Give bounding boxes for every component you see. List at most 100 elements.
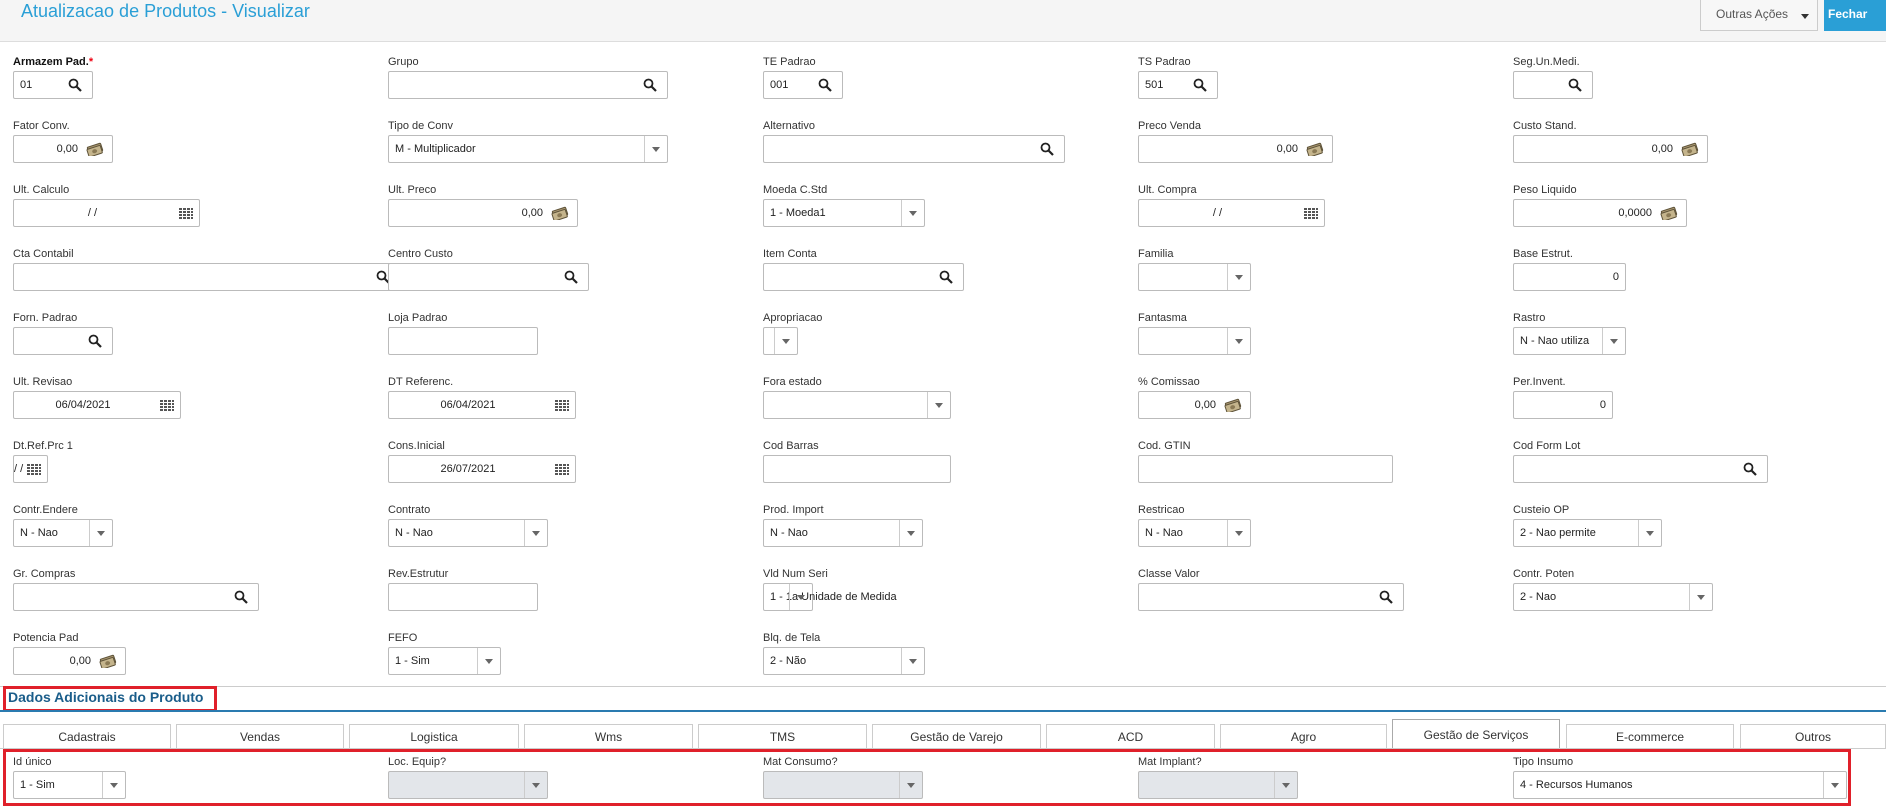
search-icon[interactable] xyxy=(1743,462,1757,476)
custeio-op-select[interactable]: 2 - Nao permite xyxy=(1513,519,1662,547)
calculator-money-icon[interactable] xyxy=(1224,398,1242,414)
vld-num-seri-select[interactable]: 1 - 1a Unidade de Medida xyxy=(763,583,897,611)
chevron-down-icon[interactable] xyxy=(644,136,667,162)
blq-de-tela-select[interactable]: 2 - Não xyxy=(763,647,925,675)
calculator-money-icon[interactable] xyxy=(86,142,104,158)
chevron-down-icon[interactable] xyxy=(1227,520,1250,546)
chevron-down-icon[interactable] xyxy=(477,648,500,674)
search-icon[interactable] xyxy=(68,78,82,92)
search-icon[interactable] xyxy=(1193,78,1207,92)
tab-outros[interactable]: Outros xyxy=(1740,724,1886,748)
fefo-select[interactable]: 1 - Sim xyxy=(388,647,501,675)
search-icon[interactable] xyxy=(1040,142,1054,156)
chevron-down-icon[interactable] xyxy=(927,392,950,418)
potencia-pad-input[interactable]: 0,00 xyxy=(13,647,126,675)
chevron-down-icon[interactable] xyxy=(901,200,924,226)
rastro-select[interactable]: N - Nao utiliza xyxy=(1513,327,1626,355)
te-padrao-input[interactable]: 001 xyxy=(763,71,843,99)
chevron-down-icon[interactable] xyxy=(1689,584,1712,610)
contr-poten-select[interactable]: 2 - Nao xyxy=(1513,583,1713,611)
tab-cadastrais[interactable]: Cadastrais xyxy=(3,724,171,748)
tab-acd[interactable]: ACD xyxy=(1046,724,1215,748)
rev-estrutur-input[interactable] xyxy=(388,583,538,611)
chevron-down-icon[interactable] xyxy=(789,584,812,610)
contr-endere-select[interactable]: N - Nao xyxy=(13,519,113,547)
apropriacao-select[interactable] xyxy=(763,327,798,355)
chevron-down-icon[interactable] xyxy=(774,328,797,354)
calendar-icon[interactable] xyxy=(1304,208,1318,222)
ult-preco-input[interactable]: 0,00 xyxy=(388,199,578,227)
chevron-down-icon[interactable] xyxy=(1227,264,1250,290)
dt-ref-prc-1-input[interactable]: / / xyxy=(13,455,48,483)
base-estrut-input[interactable]: 0 xyxy=(1513,263,1626,291)
armazem-pad-input[interactable]: 01 xyxy=(13,71,93,99)
familia-select[interactable] xyxy=(1138,263,1251,291)
calendar-icon[interactable] xyxy=(27,464,41,478)
calculator-money-icon[interactable] xyxy=(1306,142,1324,158)
preco-venda-input[interactable]: 0,00 xyxy=(1138,135,1333,163)
tipo-de-conv-select[interactable]: M - Multiplicador xyxy=(388,135,668,163)
fantasma-select[interactable] xyxy=(1138,327,1251,355)
calculator-money-icon[interactable] xyxy=(1660,206,1678,222)
peso-liquido-input[interactable]: 0,0000 xyxy=(1513,199,1687,227)
fechar-button[interactable]: Fechar xyxy=(1824,0,1886,31)
per-invent-input[interactable]: 0 xyxy=(1513,391,1613,419)
loja-padrao-input[interactable] xyxy=(388,327,538,355)
search-icon[interactable] xyxy=(939,270,953,284)
tab-tms[interactable]: TMS xyxy=(698,724,867,748)
search-icon[interactable] xyxy=(234,590,248,604)
calendar-icon[interactable] xyxy=(555,400,569,414)
calendar-icon[interactable] xyxy=(179,208,193,222)
moeda-c-std-select[interactable]: 1 - Moeda1 xyxy=(763,199,925,227)
ult-calculo-input[interactable]: / / xyxy=(13,199,200,227)
gr-compras-input[interactable] xyxy=(13,583,259,611)
cod-gtin-input[interactable] xyxy=(1138,455,1393,483)
ts-padrao-input[interactable]: 501 xyxy=(1138,71,1218,99)
chevron-down-icon[interactable] xyxy=(1638,520,1661,546)
calculator-money-icon[interactable] xyxy=(551,206,569,222)
fator-conv-input[interactable]: 0,00 xyxy=(13,135,113,163)
centro-custo-input[interactable] xyxy=(388,263,589,291)
item-conta-input[interactable] xyxy=(763,263,964,291)
ult-revisao-input[interactable]: 06/04/2021 xyxy=(13,391,181,419)
search-icon[interactable] xyxy=(88,334,102,348)
custo-stand-input[interactable]: 0,00 xyxy=(1513,135,1708,163)
comissao-input[interactable]: 0,00 xyxy=(1138,391,1251,419)
classe-valor-input[interactable] xyxy=(1138,583,1404,611)
contrato-select[interactable]: N - Nao xyxy=(388,519,548,547)
alternativo-input[interactable] xyxy=(763,135,1065,163)
tab-vendas[interactable]: Vendas xyxy=(176,724,344,748)
dt-referenc-input[interactable]: 06/04/2021 xyxy=(388,391,576,419)
tab-wms[interactable]: Wms xyxy=(524,724,693,748)
calendar-icon[interactable] xyxy=(555,464,569,478)
restricao-select[interactable]: N - Nao xyxy=(1138,519,1251,547)
tab-e-commerce[interactable]: E-commerce xyxy=(1566,724,1734,748)
chevron-down-icon[interactable] xyxy=(524,520,547,546)
cons-inicial-input[interactable]: 26/07/2021 xyxy=(388,455,576,483)
chevron-down-icon[interactable] xyxy=(89,520,112,546)
calculator-money-icon[interactable] xyxy=(1681,142,1699,158)
chevron-down-icon[interactable] xyxy=(1602,328,1625,354)
tab-logistica[interactable]: Logistica xyxy=(349,724,519,748)
prod-import-select[interactable]: N - Nao xyxy=(763,519,923,547)
forn-padrao-input[interactable] xyxy=(13,327,113,355)
cod-barras-input[interactable] xyxy=(763,455,951,483)
fora-estado-select[interactable] xyxy=(763,391,951,419)
search-icon[interactable] xyxy=(564,270,578,284)
seg-un-medi-input[interactable] xyxy=(1513,71,1593,99)
cta-contabil-input[interactable] xyxy=(13,263,401,291)
tab-agro[interactable]: Agro xyxy=(1220,724,1387,748)
search-icon[interactable] xyxy=(643,78,657,92)
chevron-down-icon[interactable] xyxy=(901,648,924,674)
search-icon[interactable] xyxy=(1568,78,1582,92)
tab-gestao-de-varejo[interactable]: Gestão de Varejo xyxy=(872,724,1041,748)
search-icon[interactable] xyxy=(818,78,832,92)
chevron-down-icon[interactable] xyxy=(899,520,922,546)
search-icon[interactable] xyxy=(1379,590,1393,604)
tab-gestao-de-servicos[interactable]: Gestão de Serviços xyxy=(1392,719,1560,748)
calendar-icon[interactable] xyxy=(160,400,174,414)
calculator-money-icon[interactable] xyxy=(99,654,117,670)
grupo-input[interactable] xyxy=(388,71,668,99)
outras-acoes-button[interactable]: Outras Ações xyxy=(1700,0,1818,31)
chevron-down-icon[interactable] xyxy=(1227,328,1250,354)
